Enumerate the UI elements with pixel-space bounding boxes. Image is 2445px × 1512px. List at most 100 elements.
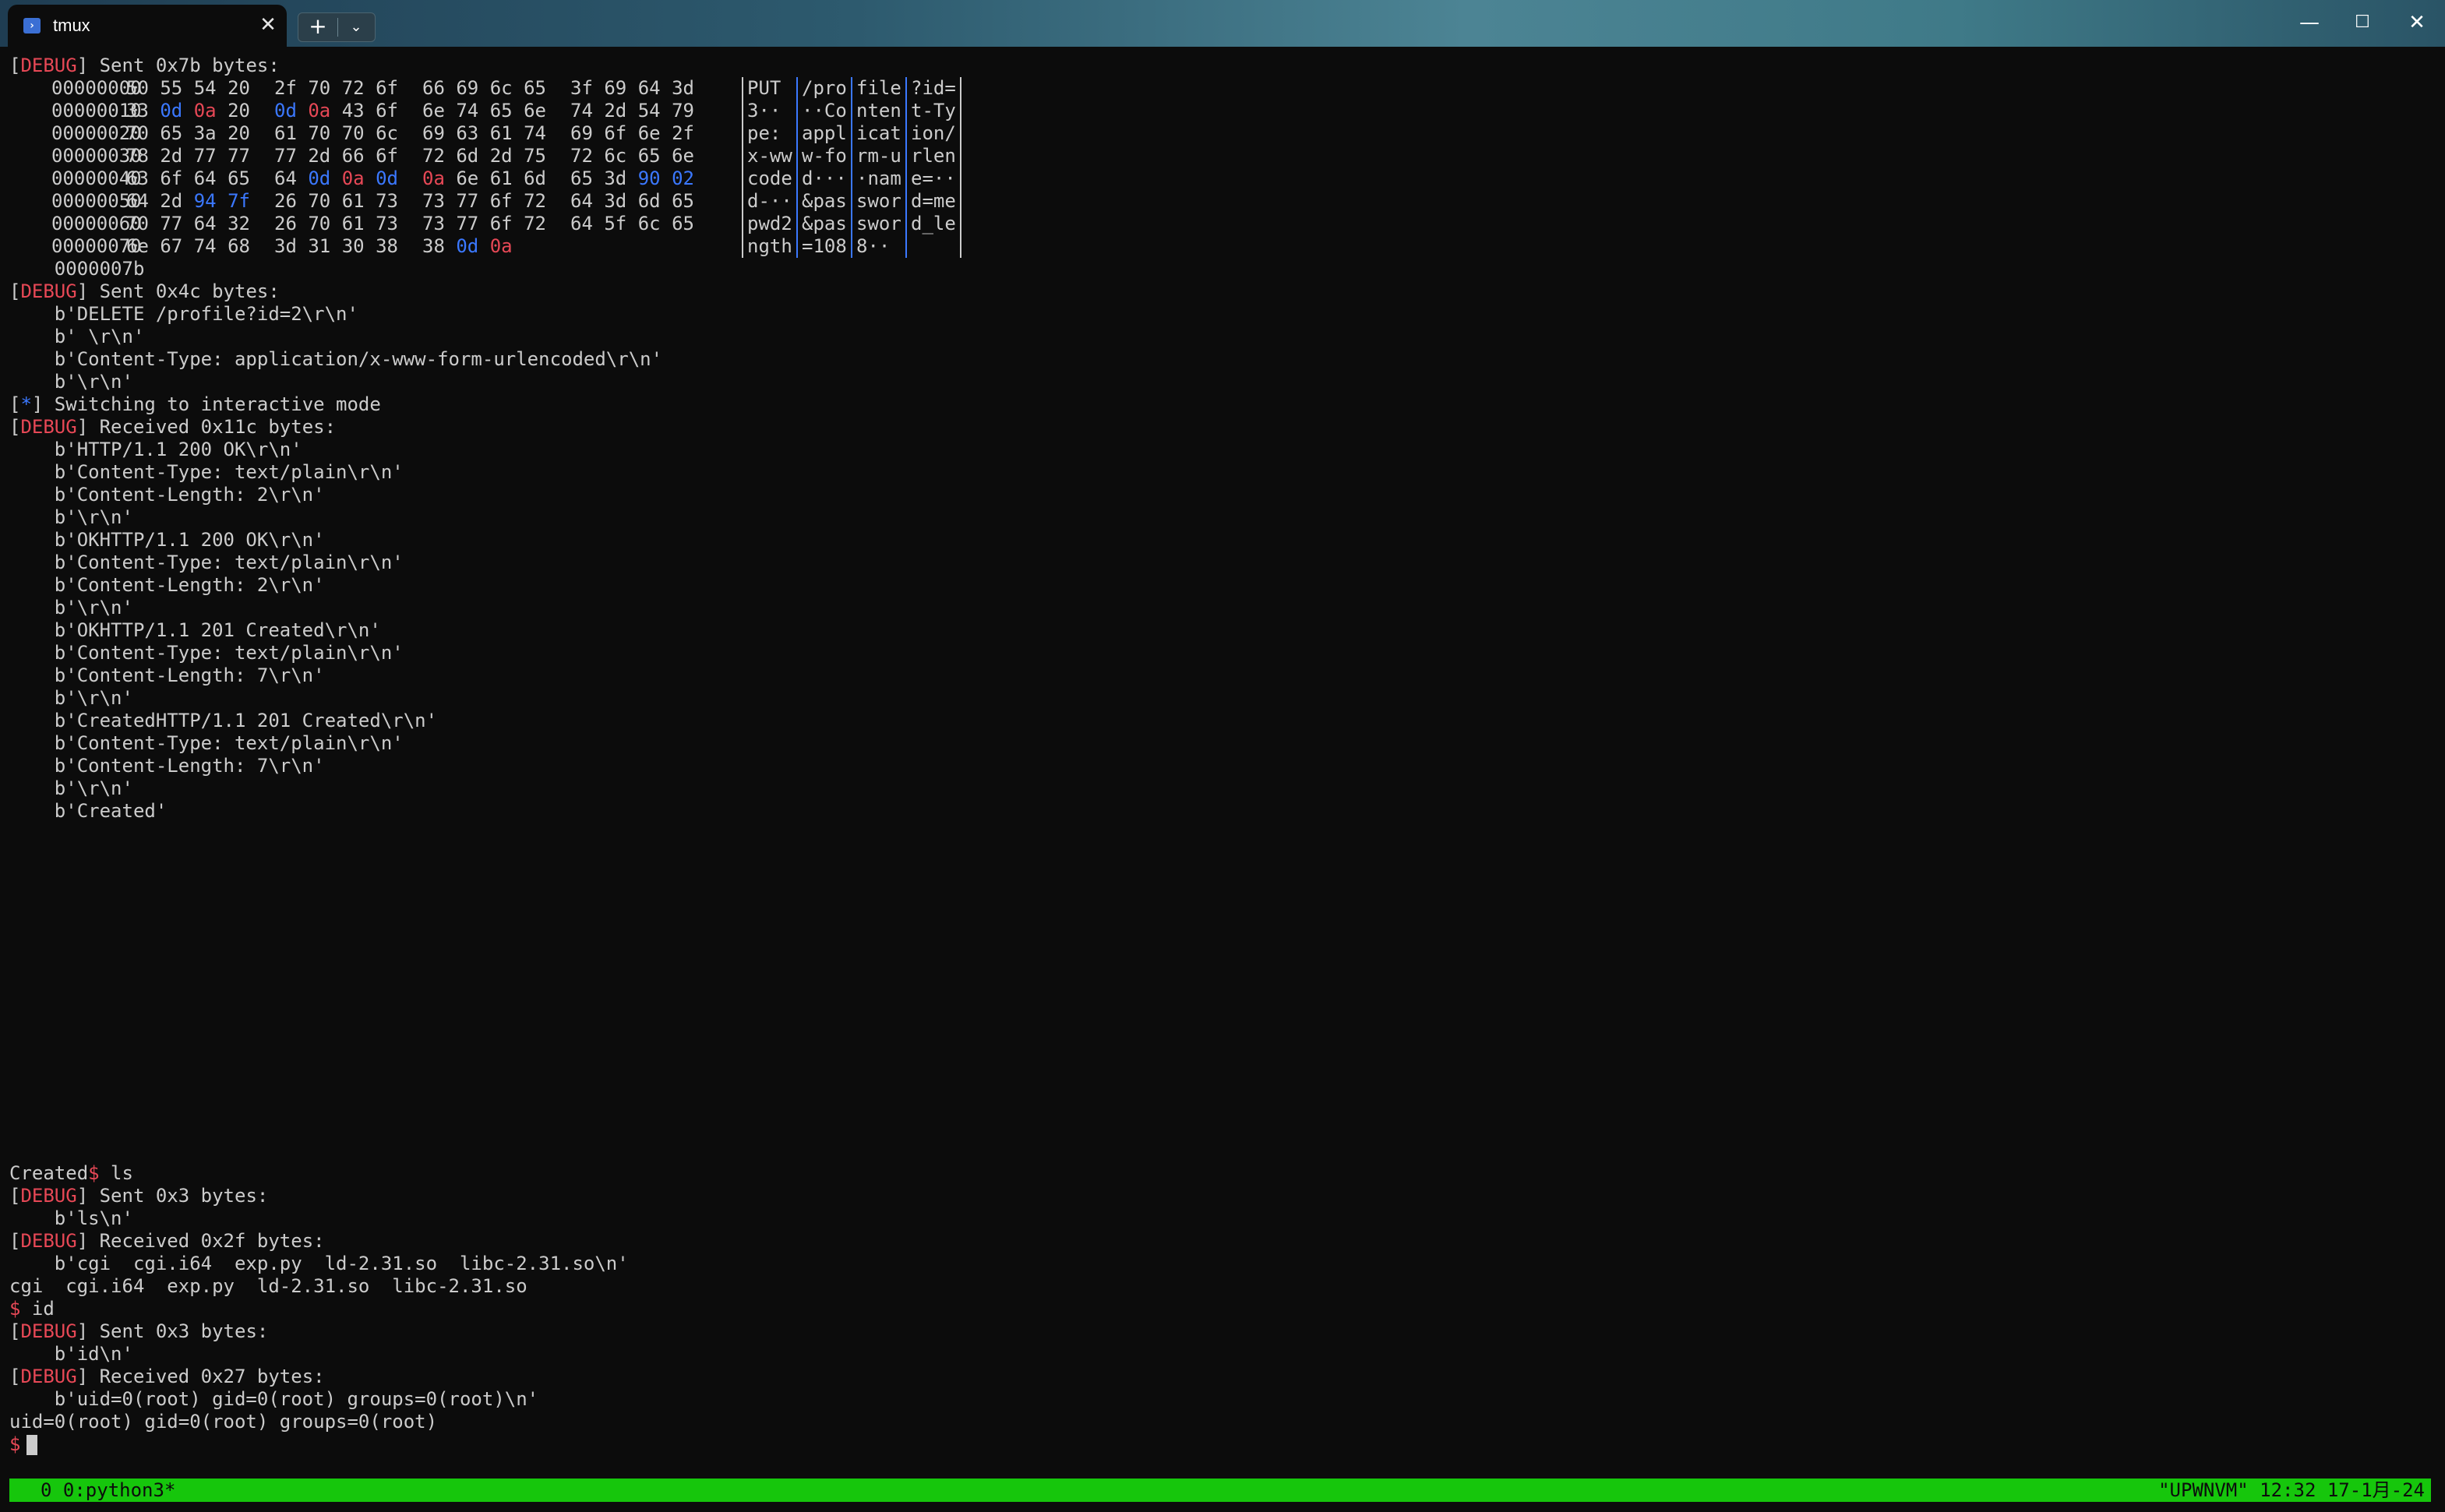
- close-button[interactable]: ✕: [2390, 0, 2443, 47]
- hexdump: 00000000 50 55 54 20 2f 70 72 6f 66 69 6c 6…: [9, 77, 1022, 258]
- log-line-sent-4c: [DEBUG] Sent 0x4c bytes:: [9, 280, 280, 302]
- hex-byte: 70: [308, 122, 331, 144]
- hex-group: 0a 6e 61 6d: [422, 167, 546, 190]
- log-bytes: b' \r\n': [54, 326, 145, 347]
- hex-byte: 6e: [637, 122, 661, 144]
- log-bytes: b'Content-Length: 7\r\n': [54, 755, 325, 777]
- status-host-clock: "UPWNVM" 12:32 17-1月-24: [2158, 1479, 2425, 1501]
- log-bytes: b'id\n': [54, 1343, 133, 1365]
- prompt: $: [9, 1298, 21, 1320]
- hex-byte: 3d: [604, 190, 627, 212]
- log-bytes: b'cgi cgi.i64 exp.py ld-2.31.so libc-2.3…: [54, 1253, 629, 1274]
- debug-tag: DEBUG: [20, 1320, 77, 1342]
- hex-byte: 2f: [672, 122, 694, 144]
- hex-group: 70 77 64 32: [126, 213, 250, 235]
- hex-group: 38 0d 0a: [422, 235, 513, 258]
- hex-byte: 77: [228, 145, 250, 167]
- ascii-cell: pwd2: [747, 213, 792, 234]
- chevron-down-icon[interactable]: ⌄: [338, 13, 374, 41]
- hex-byte: 20: [228, 122, 250, 144]
- hex-byte: 6c: [376, 122, 398, 144]
- ascii-divider: [851, 77, 852, 258]
- hex-byte: 0d: [308, 167, 331, 189]
- hex-byte: 77: [456, 190, 479, 212]
- hexdump-ascii-panel: PUT /pro file ?id= 3·· ··Co nten t-Ty pe: appl i…: [742, 77, 964, 258]
- hex-byte: 73: [376, 190, 398, 212]
- log-bytes: b'Content-Type: text/plain\r\n': [54, 552, 404, 573]
- ascii-cell: x-ww: [747, 145, 792, 167]
- hex-byte: 5f: [604, 213, 627, 234]
- hex-byte: 38: [422, 235, 445, 257]
- ascii-cell: pe:: [747, 122, 792, 144]
- hex-group: 3f 69 64 3d: [570, 77, 694, 100]
- ascii-cell: 8··: [856, 235, 891, 257]
- hex-byte: 0d: [456, 235, 479, 257]
- hex-group: 77 2d 66 6f: [274, 145, 398, 167]
- hex-group: 6e 67 74 68: [126, 235, 250, 258]
- ascii-cell: swor: [856, 213, 901, 234]
- ascii-cell: ngth: [747, 235, 792, 257]
- ascii-cell: 3··: [747, 100, 781, 122]
- hex-byte: 69: [456, 77, 479, 99]
- hex-group: 74 2d 54 79: [570, 100, 694, 122]
- new-tab-group: + ⌄: [298, 12, 376, 42]
- hex-byte: 64: [126, 190, 149, 212]
- status-window-list[interactable]: 0 0:python3*: [41, 1479, 175, 1502]
- hex-byte: 6f: [160, 167, 183, 189]
- ascii-cell: rlen: [911, 145, 956, 167]
- hex-byte: 65: [489, 100, 513, 122]
- hex-group: 64 2d 94 7f: [126, 190, 250, 213]
- ascii-cell: PUT: [747, 77, 792, 99]
- new-tab-button[interactable]: +: [298, 13, 337, 41]
- hex-group: 50 55 54 20: [126, 77, 250, 100]
- tab-close-icon[interactable]: ✕: [256, 12, 280, 37]
- log-bytes: b'OKHTTP/1.1 200 OK\r\n': [54, 529, 325, 551]
- ascii-cell: &pas: [802, 190, 847, 212]
- prompt-line-id: $ id: [9, 1298, 55, 1320]
- hex-byte: 3a: [193, 122, 217, 144]
- hex-byte: 43: [341, 100, 365, 122]
- hex-byte: 69: [604, 77, 627, 99]
- hex-group: 64 5f 6c 65: [570, 213, 694, 235]
- hex-byte: 69: [570, 122, 593, 144]
- hex-byte: 6d: [456, 145, 479, 167]
- log-bytes: b'\r\n': [54, 371, 133, 393]
- hex-byte: 61: [341, 213, 365, 234]
- log-line-sent-7b: [DEBUG] Sent 0x7b bytes:: [9, 55, 280, 76]
- hex-byte: 78: [126, 145, 149, 167]
- hex-byte: 69: [422, 122, 445, 144]
- log-bytes: b'\r\n': [54, 506, 133, 528]
- minimize-button[interactable]: —: [2283, 0, 2336, 47]
- log-bytes: b'\r\n': [54, 777, 133, 799]
- hex-byte: 26: [274, 213, 297, 234]
- hex-byte: 6f: [376, 100, 398, 122]
- hex-byte: 64: [570, 190, 593, 212]
- current-prompt[interactable]: $: [9, 1433, 2433, 1456]
- hex-byte: 6f: [376, 145, 398, 167]
- hex-byte: 30: [341, 235, 365, 257]
- hex-group: 72 6c 65 6e: [570, 145, 694, 167]
- hex-group: 66 69 6c 65: [422, 77, 546, 100]
- ascii-cell: icat: [856, 122, 901, 144]
- hex-group: 73 77 6f 72: [422, 213, 546, 235]
- hex-byte: 77: [274, 145, 297, 167]
- hex-byte: 2f: [274, 77, 297, 99]
- tab-tmux[interactable]: › tmux ✕: [8, 5, 287, 47]
- terminal-output[interactable]: [DEBUG] Sent 0x7b bytes: 00000000 50 55 5…: [9, 55, 2433, 1472]
- hex-byte: 79: [672, 100, 694, 122]
- hex-byte: 02: [672, 167, 694, 189]
- debug-tag: DEBUG: [20, 1366, 77, 1387]
- log-line-recv-11c: [DEBUG] Received 0x11c bytes:: [9, 416, 337, 438]
- hex-byte: 72: [570, 145, 593, 167]
- hex-byte: 61: [274, 122, 297, 144]
- hex-group: 2f 70 72 6f: [274, 77, 398, 100]
- maximize-button[interactable]: ☐: [2336, 0, 2389, 47]
- hex-byte: 72: [524, 190, 546, 212]
- hex-group: 26 70 61 73: [274, 190, 398, 213]
- hex-byte: 0a: [308, 100, 331, 122]
- ascii-cell: d_le: [911, 213, 956, 234]
- hex-byte: 90: [637, 167, 661, 189]
- hex-group: 63 6f 64 65: [126, 167, 250, 190]
- ascii-cell: file: [856, 77, 901, 99]
- ascii-cell: &pas: [802, 213, 847, 234]
